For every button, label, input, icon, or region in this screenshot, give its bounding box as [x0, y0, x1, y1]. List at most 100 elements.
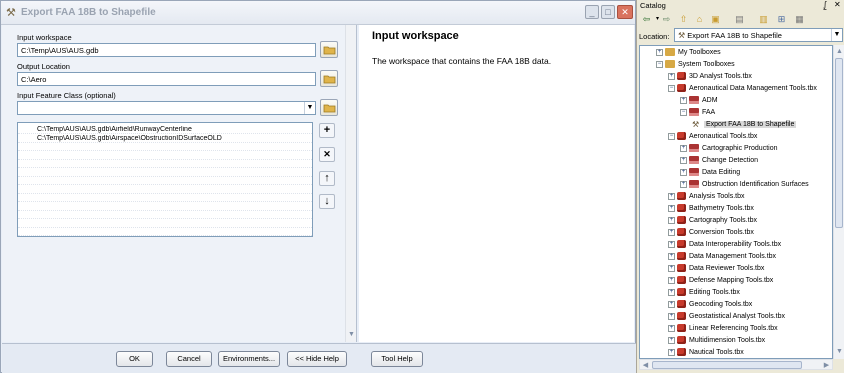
up-folder-icon[interactable]: ⇧ [677, 13, 690, 25]
tree-item[interactable]: − Aeronautical Tools.tbx [668, 131, 757, 142]
output-location-field[interactable]: C:\Aero [17, 72, 316, 86]
list-item[interactable]: C:\Temp\AUS\AUS.gdb\Airfield\RunwayCente… [18, 126, 312, 134]
expand-icon[interactable]: + [668, 288, 675, 296]
list-item[interactable] [18, 203, 312, 211]
list-item[interactable] [18, 177, 312, 185]
forward-icon[interactable]: ⇨ [660, 13, 673, 25]
collapse-icon[interactable]: − [668, 84, 675, 92]
ok-button[interactable]: OK [116, 351, 153, 367]
tree-item[interactable]: − System Toolboxes [656, 59, 735, 70]
catalog-vertical-scrollbar[interactable]: ▲ ▼ [833, 45, 844, 359]
expand-icon[interactable]: + [680, 168, 687, 176]
list-item[interactable] [18, 211, 312, 219]
tree-item[interactable]: + My Toolboxes [656, 47, 721, 58]
add-row-button[interactable]: + [319, 123, 335, 138]
tree-item[interactable]: + Data Interoperability Tools.tbx [668, 239, 781, 250]
tree-item[interactable]: + Geostatistical Analyst Tools.tbx [668, 311, 785, 322]
expand-icon[interactable]: + [668, 324, 675, 332]
expand-icon[interactable]: + [668, 204, 675, 212]
scroll-right-icon[interactable]: ▶ [821, 360, 832, 371]
list-item[interactable] [18, 194, 312, 202]
home-folder-icon[interactable]: ⌂ [693, 13, 706, 25]
expand-icon[interactable]: + [668, 72, 675, 80]
scroll-up-icon[interactable]: ▲ [834, 46, 844, 57]
scroll-down-icon[interactable]: ▼ [834, 346, 844, 357]
list-item[interactable] [18, 143, 312, 151]
scroll-down-icon[interactable]: ▼ [346, 329, 357, 340]
list-item[interactable] [18, 228, 312, 236]
connect-folder-icon[interactable]: ▣ [709, 13, 722, 25]
tree-item[interactable]: − FAA [680, 107, 715, 118]
tree-item[interactable]: + Defense Mapping Tools.tbx [668, 275, 773, 286]
move-up-button[interactable]: ↑ [319, 171, 335, 186]
close-button[interactable]: ✕ [617, 5, 633, 19]
location-field[interactable]: ⚒ Export FAA 18B to Shapefile ▼ [674, 28, 843, 42]
browse-workspace-button[interactable] [320, 41, 338, 58]
tree-item[interactable]: + Change Detection [680, 155, 758, 166]
toggle-tree-icon[interactable]: ⊞ [775, 13, 788, 25]
tree-item[interactable]: + ADM [680, 95, 718, 106]
new-folder-icon[interactable]: ▥ [757, 13, 770, 25]
list-item[interactable] [18, 160, 312, 168]
expand-icon[interactable]: + [668, 336, 675, 344]
scroll-left-icon[interactable]: ◀ [640, 360, 651, 371]
tree-item[interactable]: + Cartographic Production [680, 143, 778, 154]
tree-item[interactable]: + Geocoding Tools.tbx [668, 299, 752, 310]
maximize-button[interactable]: □ [601, 5, 615, 19]
input-workspace-field[interactable]: C:\Temp\AUS\AUS.gdb [17, 43, 316, 57]
close-icon[interactable]: ✕ [834, 0, 841, 9]
move-down-button[interactable]: ↓ [319, 194, 335, 209]
browse-feature-class-button[interactable] [320, 99, 338, 116]
input-feature-class-dropdown[interactable]: ▼ [17, 101, 316, 115]
list-item[interactable] [18, 186, 312, 194]
tree-item[interactable]: + Nautical Tools.tbx [668, 347, 744, 358]
expand-icon[interactable]: + [668, 264, 675, 272]
chevron-down-icon[interactable]: ▼ [304, 102, 315, 114]
remove-row-button[interactable]: ✕ [319, 147, 335, 162]
parameters-scrollbar[interactable]: ▼ [345, 25, 356, 342]
tree-item[interactable]: + Multidimension Tools.tbx [668, 335, 765, 346]
expand-icon[interactable]: + [668, 312, 675, 320]
tree-item[interactable]: + Obstruction Identification Surfaces [680, 179, 809, 190]
expand-icon[interactable]: + [668, 276, 675, 284]
list-item[interactable]: C:\Temp\AUS\AUS.gdb\Airspace\Obstruction… [18, 135, 312, 143]
expand-icon[interactable]: + [668, 240, 675, 248]
tree-item[interactable]: + Data Management Tools.tbx [668, 251, 776, 262]
scroll-thumb[interactable] [835, 58, 843, 228]
expand-icon[interactable]: + [680, 144, 687, 152]
environments-button[interactable]: Environments... [218, 351, 280, 367]
tree-item[interactable]: − Aeronautical Data Management Tools.tbx [668, 83, 817, 94]
expand-icon[interactable]: + [668, 192, 675, 200]
expand-icon[interactable]: + [680, 180, 687, 188]
tree-item[interactable]: + Analysis Tools.tbx [668, 191, 745, 202]
tree-item[interactable]: ⚒ Export FAA 18B to Shapefile [692, 119, 797, 130]
tree-item[interactable]: + Cartography Tools.tbx [668, 215, 757, 226]
expand-icon[interactable]: + [680, 96, 687, 104]
tree-item[interactable]: + Editing Tools.tbx [668, 287, 740, 298]
expand-icon[interactable]: + [668, 216, 675, 224]
hide-help-button[interactable]: << Hide Help [287, 351, 347, 367]
expand-icon[interactable]: + [668, 348, 675, 356]
catalog-horizontal-scrollbar[interactable]: ◀ ▶ [639, 359, 833, 370]
expand-icon[interactable]: + [668, 300, 675, 308]
collapse-icon[interactable]: − [680, 108, 687, 116]
tree-item[interactable]: + Linear Referencing Tools.tbx [668, 323, 778, 334]
tree-item[interactable]: + Conversion Tools.tbx [668, 227, 754, 238]
tree-item[interactable]: + Data Editing [680, 167, 740, 178]
browse-output-button[interactable] [320, 70, 338, 87]
expand-icon[interactable]: + [680, 156, 687, 164]
collapse-icon[interactable]: − [656, 60, 663, 68]
feature-class-list[interactable]: C:\Temp\AUS\AUS.gdb\Airfield\RunwayCente… [17, 122, 313, 237]
list-item[interactable] [18, 220, 312, 228]
list-item[interactable] [18, 169, 312, 177]
h-scroll-thumb[interactable] [652, 361, 802, 369]
expand-icon[interactable]: + [668, 228, 675, 236]
dialog-titlebar[interactable]: ⚒ Export FAA 18B to Shapefile _ □ ✕ [1, 1, 635, 25]
tool-help-button[interactable]: Tool Help [371, 351, 423, 367]
collapse-icon[interactable]: − [668, 132, 675, 140]
cancel-button[interactable]: Cancel [166, 351, 212, 367]
catalog-header[interactable]: Catalog ⨜ ✕ [637, 0, 844, 11]
expand-icon[interactable]: + [668, 252, 675, 260]
minimize-button[interactable]: _ [585, 5, 599, 19]
tree-item[interactable]: + Bathymetry Tools.tbx [668, 203, 754, 214]
